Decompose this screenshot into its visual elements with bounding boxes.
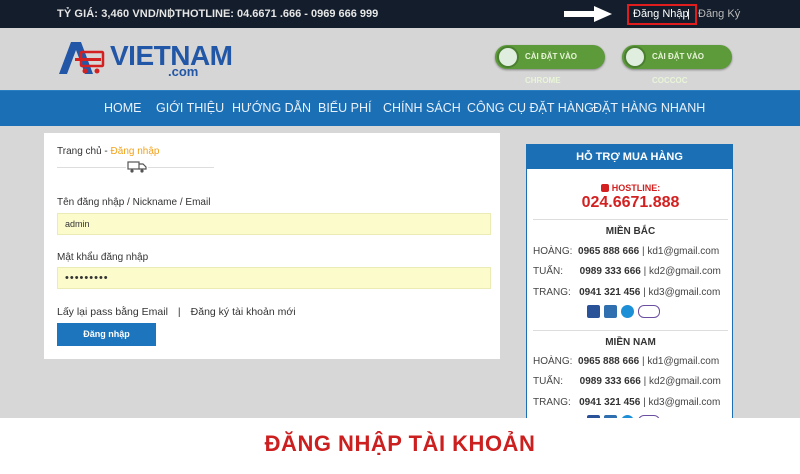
chrome-icon <box>497 46 519 68</box>
arrow-right-icon <box>564 6 612 22</box>
support-panel: HỖ TRỢ MUA HÀNG HOSTLINE: 024.6671.888 M… <box>526 144 733 434</box>
topbar-hotline: HOTLINE: 04.6671 .666 - 0969 666 999 <box>182 8 379 20</box>
contact-row: HOÀNG: 0965 888 666 | kd1@gmail.com <box>533 246 720 257</box>
links-separator: | <box>177 306 181 318</box>
support-hotline-label: HOSTLINE: <box>527 183 734 193</box>
breadcrumb-separator: - <box>101 146 111 157</box>
support-title: HỖ TRỢ MUA HÀNG <box>527 145 732 169</box>
social-icons <box>587 305 664 318</box>
password-field[interactable]: ••••••••• <box>57 267 491 289</box>
register-account-link[interactable]: Đăng ký tài khoản mới <box>191 306 296 318</box>
nav-item-policy[interactable]: CHÍNH SÁCH <box>383 101 461 115</box>
topbar-separator: | <box>169 7 172 19</box>
install-coccoc-button[interactable]: CÀI ĐẶT VÀO COCCOC <box>622 45 732 85</box>
logo-suffix-text: .com <box>168 64 199 79</box>
truck-icon <box>126 160 148 174</box>
region-title-north: MIỀN BẮC <box>605 226 656 237</box>
username-label: Tên đăng nhập / Nickname / Email <box>57 197 211 208</box>
region-title-south: MIỀN NAM <box>605 337 656 348</box>
nav-item-quick-order[interactable]: ĐẶT HÀNG NHANH <box>593 101 705 115</box>
topbar-link-separator: | <box>687 8 690 20</box>
password-label: Mật khẩu đăng nhập <box>57 252 149 263</box>
site-header: VIETNAM .com CÀI ĐẶT VÀO CHROME CÀI ĐẶT … <box>0 28 800 90</box>
contact-row: TUẤN: 0989 333 666 | kd2@gmail.com <box>533 266 721 277</box>
forgot-password-link[interactable]: Lấy lại pass bằng Email <box>57 306 168 318</box>
register-link[interactable]: Đăng Ký <box>698 8 740 20</box>
breadcrumb-current: Đăng nhập <box>110 146 160 157</box>
install-coccoc-label: CÀI ĐẶT VÀO COCCOC <box>652 52 704 85</box>
nav-item-guide[interactable]: HƯỚNG DẪN <box>232 101 311 115</box>
login-links: Lấy lại pass bằng Email | Đăng ký tài khoả… <box>57 306 296 318</box>
facebook-icon[interactable] <box>587 305 600 318</box>
viber-icon[interactable] <box>638 305 660 318</box>
install-chrome-button[interactable]: CÀI ĐẶT VÀO CHROME <box>495 45 605 85</box>
login-panel: Trang chủ - Đăng nhập Tên đăng nhập / Ni… <box>44 133 500 359</box>
exchange-rate: TỶ GIÁ: 3,460 VND/NDT <box>57 8 182 20</box>
yahoo-messenger-icon[interactable] <box>604 305 617 318</box>
top-bar: TỶ GIÁ: 3,460 VND/NDT | HOTLINE: 04.6671… <box>0 0 800 28</box>
nav-item-fees[interactable]: BIỂU PHÍ <box>318 101 372 115</box>
contact-row: TRANG: 0941 321 456 | kd3@gmail.com <box>533 397 721 408</box>
coccoc-icon <box>624 46 646 68</box>
breadcrumb: Trang chủ - Đăng nhập <box>57 146 159 157</box>
contact-row: TRANG: 0941 321 456 | kd3@gmail.com <box>533 287 721 298</box>
username-field[interactable]: admin <box>57 213 491 235</box>
login-submit-button[interactable]: Đăng nhập <box>57 323 156 346</box>
nav-item-order-tool[interactable]: CÔNG CỤ ĐẶT HÀNG <box>467 101 594 115</box>
main-nav: HOME GIỚI THIỆU HƯỚNG DẪN BIỂU PHÍ CHÍNH… <box>0 90 800 126</box>
contact-row: HOÀNG: 0965 888 666 | kd1@gmail.com <box>533 356 720 367</box>
breadcrumb-home[interactable]: Trang chủ <box>57 146 102 157</box>
install-chrome-label: CÀI ĐẶT VÀO CHROME <box>525 52 577 85</box>
nav-item-about[interactable]: GIỚI THIỆU <box>156 101 224 115</box>
login-link[interactable]: Đăng Nhập <box>633 8 689 20</box>
support-divider <box>533 219 728 220</box>
support-divider <box>533 330 728 331</box>
contact-row: TUẤN: 0989 333 666 | kd2@gmail.com <box>533 376 721 387</box>
caption-banner: ĐĂNG NHẬP TÀI KHOẢN <box>0 418 800 474</box>
nav-item-home[interactable]: HOME <box>104 101 142 115</box>
skype-icon[interactable] <box>621 305 634 318</box>
support-hotline-number: 024.6671.888 <box>581 194 680 211</box>
caption-title: ĐĂNG NHẬP TÀI KHOẢN <box>264 431 536 456</box>
phone-icon <box>600 184 609 192</box>
